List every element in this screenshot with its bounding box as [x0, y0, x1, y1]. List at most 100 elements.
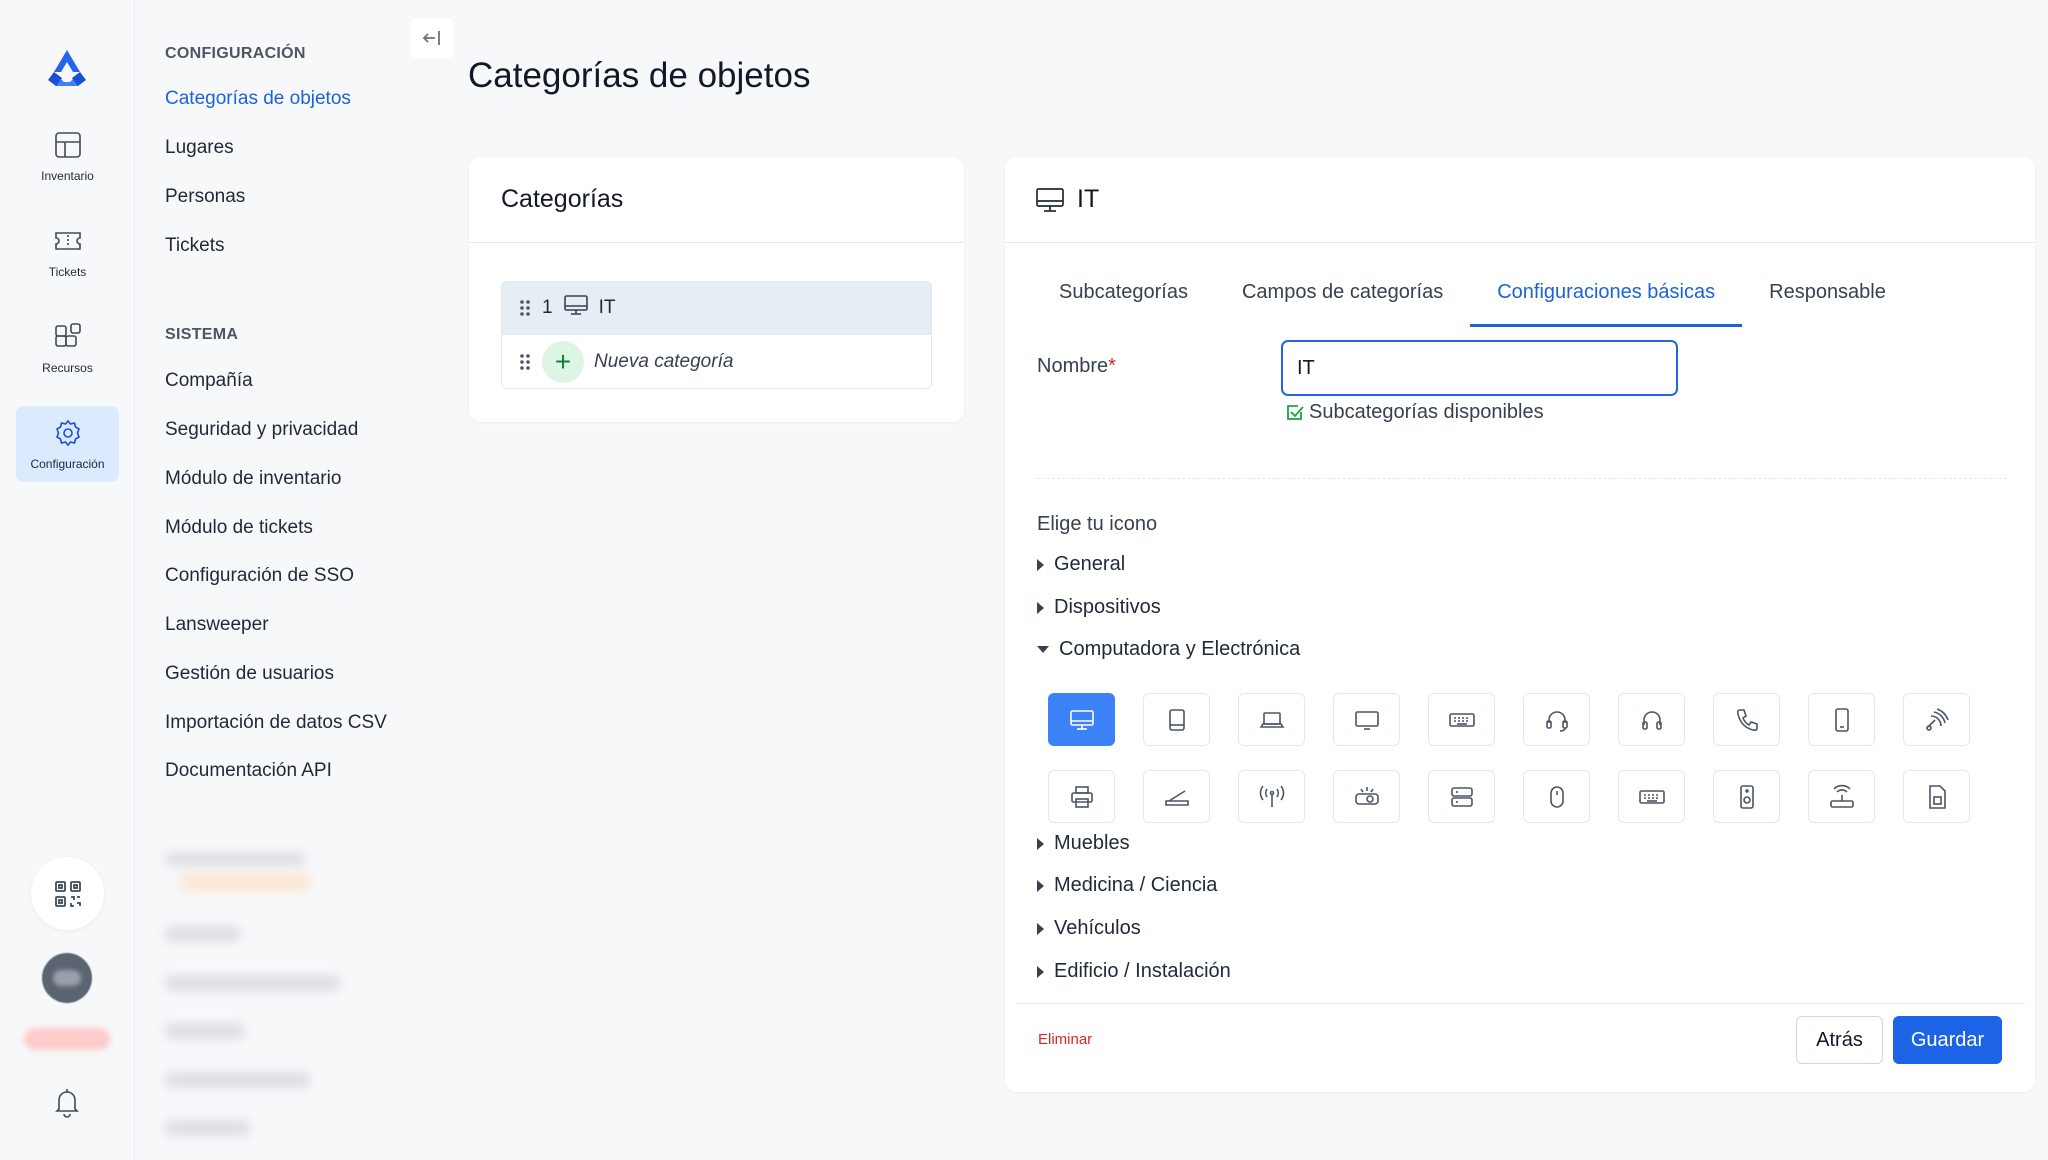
caret-right-icon [1037, 558, 1044, 571]
rail-item-tickets[interactable]: Tickets [16, 214, 119, 290]
icon-section-title: Elige tu icono [1037, 513, 1158, 535]
required-mark: * [1108, 355, 1116, 377]
detail-title: IT [1077, 185, 1100, 213]
nav-item-compania[interactable]: Compañía [165, 370, 253, 392]
rail-item-recursos[interactable]: Recursos [16, 310, 119, 386]
rail-label: Configuración [30, 457, 105, 471]
laptop-icon[interactable] [1238, 693, 1305, 746]
checkbox-checked-icon[interactable] [1285, 403, 1305, 423]
status-badge [24, 1028, 110, 1050]
icon-group-label: Edificio / Instalación [1054, 960, 1231, 982]
nav-item-seguridad[interactable]: Seguridad y privacidad [165, 419, 358, 441]
tab-campos[interactable]: Campos de categorías [1215, 269, 1470, 327]
headset-icon[interactable] [1523, 693, 1590, 746]
save-button[interactable]: Guardar [1893, 1016, 2002, 1064]
router-icon[interactable] [1808, 770, 1875, 823]
page-title: Categorías de objetos [468, 56, 811, 95]
icon-group-edificio[interactable]: Edificio / Instalación [1037, 960, 1231, 983]
tab-subcategorias[interactable]: Subcategorías [1032, 269, 1215, 327]
antenna-icon[interactable] [1238, 770, 1305, 823]
caret-right-icon [1037, 837, 1044, 850]
monitor-icon [1036, 187, 1064, 212]
inventory-grid-icon [54, 132, 81, 158]
nav-item-usuarios[interactable]: Gestión de usuarios [165, 663, 334, 685]
avatar[interactable] [42, 953, 92, 1003]
desktop-icon[interactable] [1048, 693, 1115, 746]
category-row-it[interactable]: 1 IT [502, 282, 931, 335]
blurred-item [165, 926, 240, 942]
back-button[interactable]: Atrás [1796, 1016, 1883, 1064]
categories-title: Categorías [469, 157, 964, 243]
collapse-left-icon [422, 31, 440, 45]
server-icon[interactable] [1428, 770, 1495, 823]
detail-header: IT [1005, 157, 2035, 243]
rail-label: Inventario [41, 169, 94, 183]
resources-icon [54, 323, 81, 347]
mouse-icon[interactable] [1523, 770, 1590, 823]
nav-item-categorias[interactable]: Categorías de objetos [165, 88, 351, 110]
nav-item-personas[interactable]: Personas [165, 186, 245, 208]
sim-card-icon[interactable] [1903, 770, 1970, 823]
nav-item-csv[interactable]: Importación de datos CSV [165, 712, 387, 734]
blurred-badge [180, 872, 310, 892]
nav-item-api[interactable]: Documentación API [165, 760, 332, 782]
divider [1037, 478, 2007, 479]
caret-right-icon [1037, 922, 1044, 935]
smartphone-icon[interactable] [1808, 693, 1875, 746]
icon-group-dispositivos[interactable]: Dispositivos [1037, 596, 1161, 619]
new-category-label[interactable]: Nueva categoría [594, 351, 733, 373]
caret-down-icon [1037, 646, 1049, 653]
qr-code-button[interactable] [31, 857, 104, 930]
section-heading-sistema: SISTEMA [165, 326, 239, 343]
name-input[interactable] [1281, 340, 1678, 396]
drag-handle-icon[interactable] [518, 298, 532, 318]
nav-item-lansweeper[interactable]: Lansweeper [165, 614, 269, 636]
monitor-icon[interactable] [1333, 693, 1400, 746]
rail-item-inventario[interactable]: Inventario [16, 118, 119, 194]
icon-group-computadora[interactable]: Computadora y Electrónica [1037, 638, 1300, 661]
new-category-row[interactable]: + Nueva categoría [502, 335, 931, 388]
icon-group-label: General [1054, 553, 1126, 575]
nav-item-tickets[interactable]: Tickets [165, 235, 224, 257]
nav-item-sso[interactable]: Configuración de SSO [165, 565, 354, 587]
icon-group-general[interactable]: General [1037, 553, 1125, 576]
phone-icon[interactable] [1713, 693, 1780, 746]
scanner-icon[interactable] [1143, 770, 1210, 823]
blurred-item [165, 1120, 250, 1136]
app-logo-icon[interactable] [46, 48, 88, 88]
icon-group-vehiculos[interactable]: Vehículos [1037, 917, 1141, 940]
tablet-icon[interactable] [1143, 693, 1210, 746]
plus-icon[interactable]: + [542, 340, 584, 383]
rail-item-configuracion[interactable]: Configuración [16, 406, 119, 482]
detail-tabs: Subcategorías Campos de categorías Confi… [1032, 269, 1913, 327]
icon-group-label: Computadora y Electrónica [1059, 638, 1301, 660]
notifications-button[interactable] [50, 1085, 84, 1119]
gear-icon [55, 419, 80, 447]
satellite-icon[interactable] [1903, 693, 1970, 746]
speaker-icon[interactable] [1713, 770, 1780, 823]
headphones-icon[interactable] [1618, 693, 1685, 746]
keyboard-alt-icon[interactable] [1618, 770, 1685, 823]
projector-icon[interactable] [1333, 770, 1400, 823]
nav-item-lugares[interactable]: Lugares [165, 137, 234, 159]
icon-rail: Inventario Tickets Recursos Configuració… [0, 0, 135, 1160]
icon-grid [1048, 693, 1970, 823]
collapse-sidebar-button[interactable] [410, 18, 454, 58]
drag-handle-icon [518, 352, 532, 372]
keyboard-icon[interactable] [1428, 693, 1495, 746]
icon-group-medicina[interactable]: Medicina / Ciencia [1037, 874, 1217, 897]
category-list: 1 IT + Nueva categoría [501, 281, 932, 389]
delete-button[interactable]: Eliminar [1038, 1031, 1092, 1048]
tab-responsable[interactable]: Responsable [1742, 269, 1913, 327]
nav-item-modulo-inventario[interactable]: Módulo de inventario [165, 468, 341, 490]
bell-icon [55, 1089, 79, 1118]
tab-configuraciones[interactable]: Configuraciones básicas [1470, 269, 1743, 327]
name-label-text: Nombre [1037, 355, 1109, 377]
nav-item-modulo-tickets[interactable]: Módulo de tickets [165, 517, 313, 539]
subcategories-checkbox[interactable]: Subcategorías disponibles [1285, 401, 1544, 424]
printer-icon[interactable] [1048, 770, 1115, 823]
icon-group-muebles[interactable]: Muebles [1037, 832, 1130, 855]
rail-label: Tickets [48, 265, 87, 279]
caret-right-icon [1037, 879, 1044, 892]
caret-right-icon [1037, 601, 1044, 614]
